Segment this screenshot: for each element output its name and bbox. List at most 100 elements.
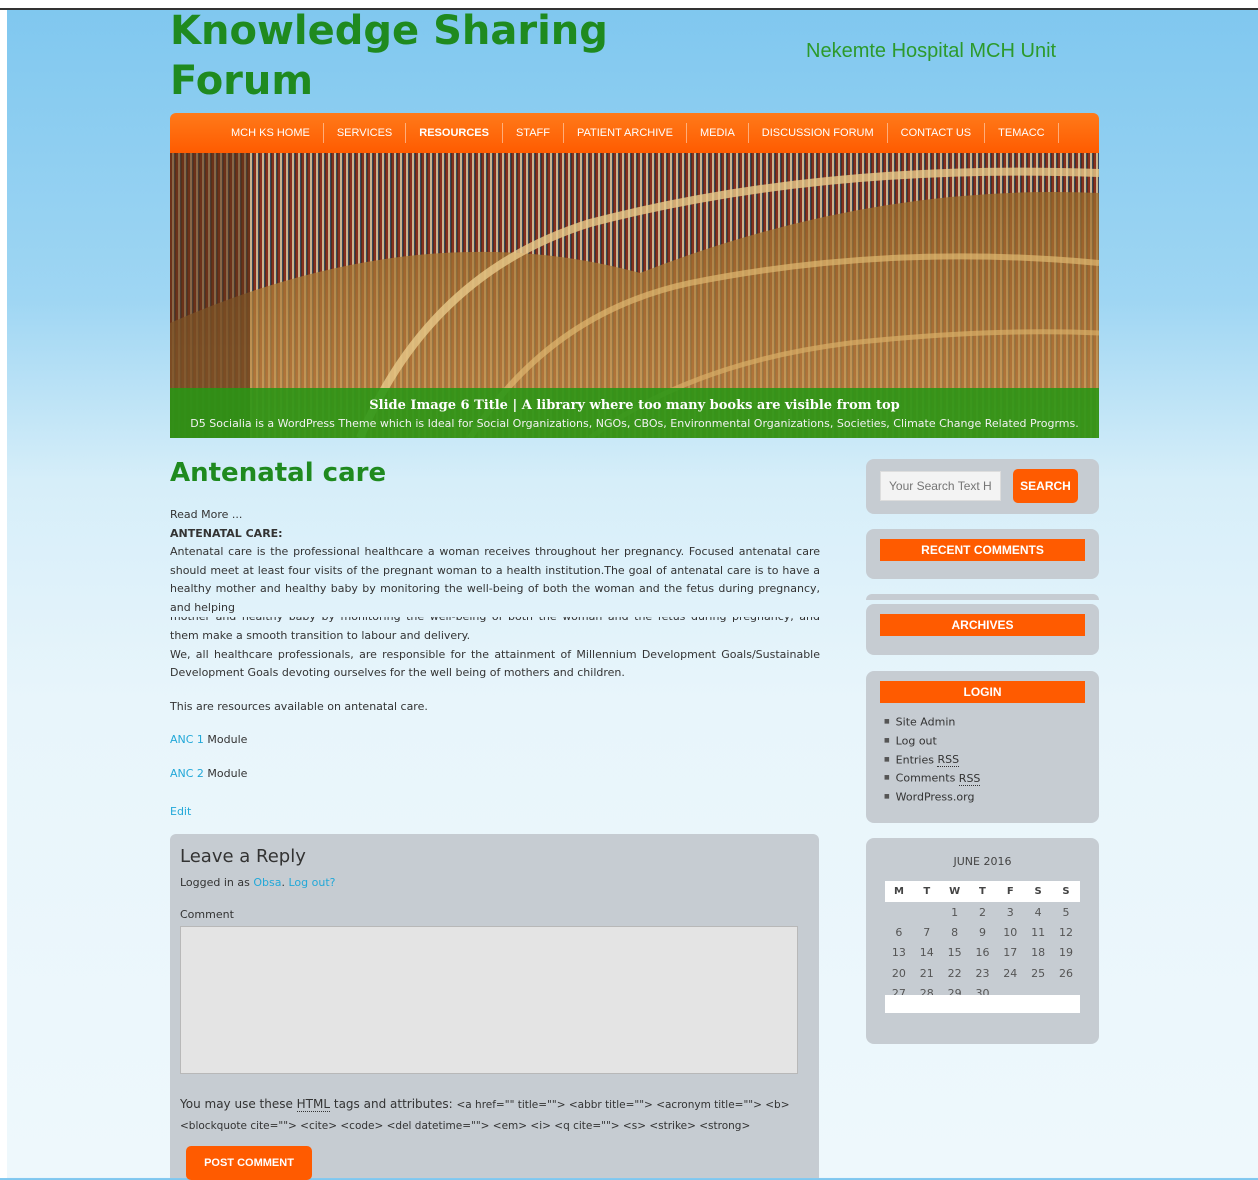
calendar-week-row: 1 2 3 4 5 [885,902,1080,922]
resources-intro: This are resources available on antenata… [170,699,428,713]
logged-in-notice: Logged in as Obsa. Log out? [180,876,336,889]
list-item[interactable]: WordPress.org [884,788,980,807]
list-item[interactable]: Log out [884,732,980,751]
archives-widget: ARCHIVES [866,604,1099,655]
anc1-link[interactable]: ANC 1 [170,733,204,746]
calendar-day: 24 [1003,966,1018,980]
calendar-week-row: 20 21 22 23 24 25 26 [885,963,1080,983]
post-paragraph-1-end: them make a smooth transition to labour … [170,629,471,642]
user-link[interactable]: Obsa [253,876,281,889]
logged-in-prefix: Logged in as [180,876,254,889]
calendar-day: 22 [947,966,962,980]
nav-item-staff[interactable]: STAFF [503,123,564,143]
weekday-header: T [912,881,941,902]
calendar-caption: JUNE 2016 [953,855,1012,868]
comment-form: Leave a Reply Logged in as Obsa. Log out… [170,834,819,1180]
anc1-item: ANC 1 Module [170,731,820,750]
site-title[interactable]: Knowledge Sharing Forum [170,6,630,106]
logged-in-separator: . [281,876,289,889]
calendar-day: 25 [1031,966,1046,980]
entries-rss-link[interactable]: Entries [896,753,938,766]
read-more-link[interactable]: Read More ... [170,506,820,525]
archives-title: ARCHIVES [880,614,1085,636]
calendar-day: 1 [951,905,959,919]
wordpress-org-link[interactable]: WordPress.org [896,790,975,803]
list-item[interactable]: Entries RSS [884,751,980,770]
post-title[interactable]: Antenatal care [170,458,820,488]
anc2-link[interactable]: ANC 2 [170,767,204,780]
search-input[interactable] [880,471,1001,501]
nav-item-home[interactable]: MCH KS HOME [218,123,324,143]
calendar-week-row: 13 14 15 16 17 18 19 [885,943,1080,963]
allowed-tags-prefix: You may use these [180,1097,297,1111]
calendar-day: 13 [891,946,906,960]
calendar-day: 18 [1031,946,1046,960]
site-admin-link[interactable]: Site Admin [896,715,956,728]
nav-item-discussion-forum[interactable]: DISCUSSION FORUM [749,123,888,143]
allowed-tags-mid: tags and attributes: [330,1097,457,1111]
search-button[interactable]: SEARCH [1013,469,1078,503]
html-abbr: HTML [296,1097,331,1112]
weekday-header: T [968,881,997,902]
calendar-day: 14 [919,946,934,960]
widget-edge [866,594,1099,600]
calendar-day: 11 [1031,925,1046,939]
calendar-day: 5 [1062,905,1070,919]
calendar-day: 12 [1059,925,1074,939]
comments-rss-link[interactable]: Comments [896,772,959,785]
logout-link[interactable]: Log out? [289,876,336,889]
calendar-footer [885,995,1080,1013]
recent-comments-widget: RECENT COMMENTS [866,529,1099,579]
nav-item-patient-archive[interactable]: PATIENT ARCHIVE [564,123,687,143]
weekday-header: M [885,881,913,902]
calendar-day: 4 [1034,905,1042,919]
nav-item-services[interactable]: SERVICES [324,123,407,143]
comment-textarea[interactable] [180,926,798,1074]
comment-label: Comment [180,908,234,921]
hero-slider[interactable]: Slide Image 6 Title | A library where to… [170,153,1099,438]
calendar-day: 8 [951,925,959,939]
calendar-day: 23 [975,966,990,980]
calendar-day: 26 [1059,966,1074,980]
nav-item-temacc[interactable]: TEMACC [985,123,1059,143]
calendar-header-row: M T W T F S S [885,881,1080,902]
calendar-day: 10 [1003,925,1018,939]
calendar-week-row: 6 7 8 9 10 11 12 [885,922,1080,942]
recent-comments-title: RECENT COMMENTS [880,539,1085,561]
rss-abbr: RSS [937,752,960,767]
weekday-header: F [996,881,1025,902]
nav-item-contact-us[interactable]: CONTACT US [888,123,986,143]
edit-link[interactable]: Edit [170,803,820,822]
calendar-day: 16 [975,946,990,960]
calendar-day: 19 [1059,946,1074,960]
main-nav: MCH KS HOME SERVICES RESOURCES STAFF PAT… [170,113,1099,153]
overlapping-text-artifact: mother and healthy baby by monitoring th… [170,617,820,627]
weekday-header: W [940,881,969,902]
post-paragraph-1-ghost: mother and healthy baby by monitoring th… [170,617,820,627]
post-content: Antenatal care Read More ... ANTENATAL C… [170,458,820,822]
calendar-day: 7 [923,925,931,939]
meta-links: Site Admin Log out Entries RSS Comments … [884,713,981,807]
search-widget: SEARCH [866,459,1099,514]
nav-item-media[interactable]: MEDIA [687,123,749,143]
list-item[interactable]: Site Admin [884,713,980,732]
slide-title[interactable]: Slide Image 6 Title | A library where to… [170,398,1099,413]
calendar-day: 15 [947,946,962,960]
allowed-tags-note: You may use these HTML tags and attribut… [180,1094,810,1136]
calendar-day: 2 [978,905,986,919]
calendar-day [913,902,941,922]
calendar-day: 6 [895,925,903,939]
calendar-table: M T W T F S S 1 2 3 4 5 6 7 8 9 10 11 12… [885,881,1080,1003]
nav-item-resources[interactable]: RESOURCES [406,123,503,143]
login-title: LOGIN [880,681,1085,703]
calendar-day: 20 [891,966,906,980]
list-item[interactable]: Comments RSS [884,769,981,788]
calendar-day: 21 [919,966,934,980]
calendar-day: 3 [1006,905,1014,919]
post-comment-button[interactable]: POST COMMENT [186,1146,312,1180]
logout-sidebar-link[interactable]: Log out [896,734,937,747]
post-heading: ANTENATAL CARE: [170,526,283,540]
weekday-header: S [1024,881,1053,902]
anc2-item: ANC 2 Module [170,765,820,784]
weekday-header: S [1052,881,1080,902]
